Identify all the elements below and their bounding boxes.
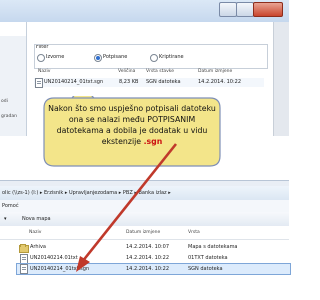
red-arrow <box>76 143 178 272</box>
